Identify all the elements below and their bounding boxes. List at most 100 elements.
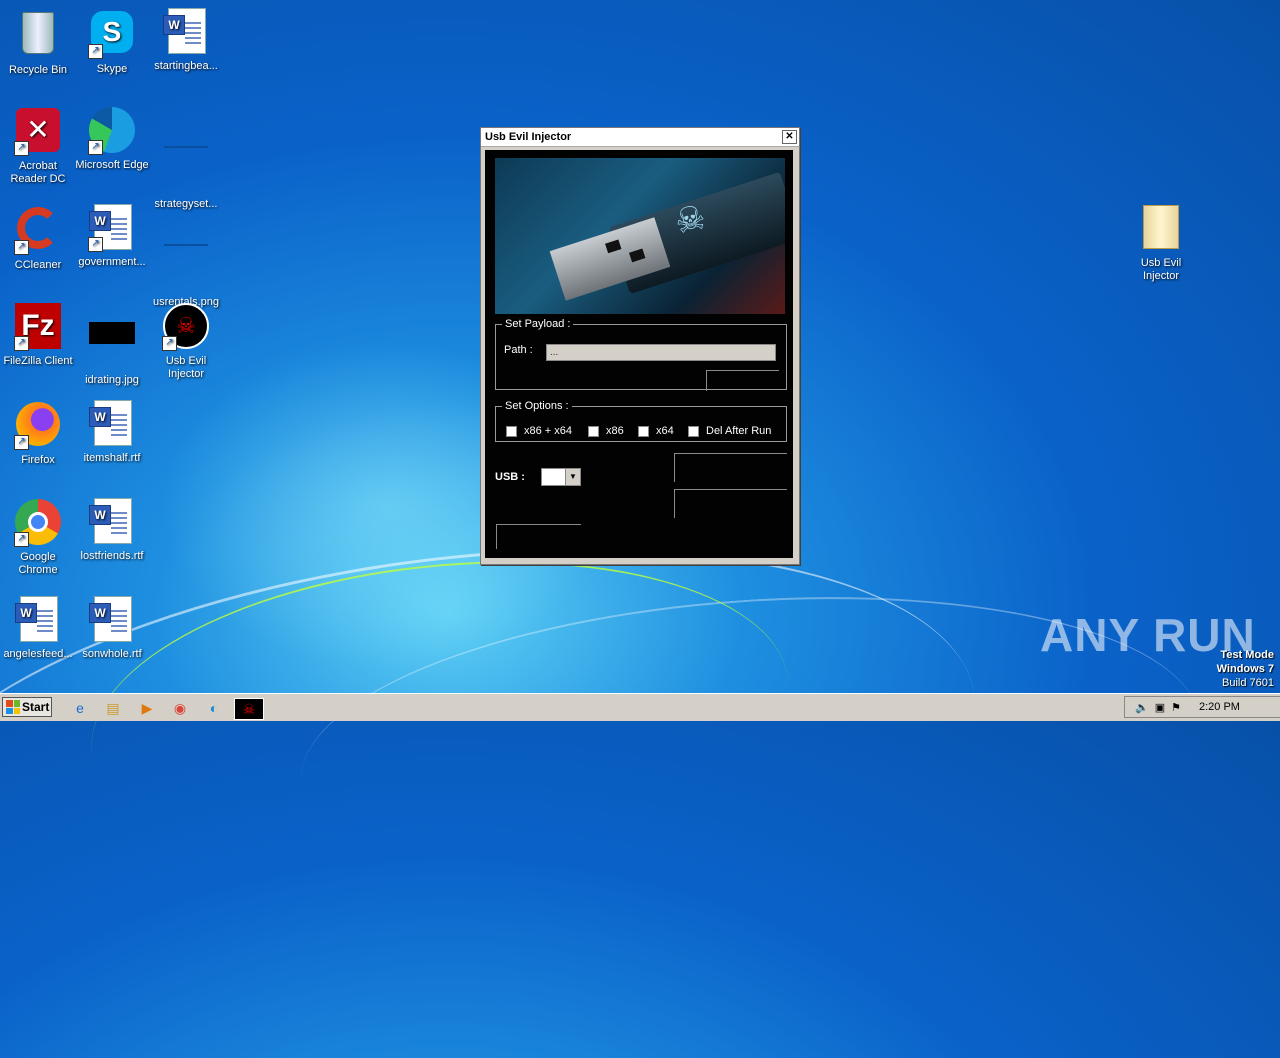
test-mode-text: Test Mode Windows 7 Build 7601 (1217, 648, 1274, 690)
folder-icon (1137, 205, 1185, 253)
desktop-icon-government[interactable]: W ↗ government... (74, 204, 150, 269)
path-input[interactable]: ... (546, 344, 776, 361)
icon-label: Microsoft Edge (75, 159, 149, 171)
test-mode-line: Test Mode (1220, 649, 1274, 661)
desktop-icon-angelesfeed[interactable]: W angelesfeed... (0, 596, 76, 661)
option-x64-checkbox[interactable] (638, 426, 649, 437)
options-group-label: Set Options : (505, 400, 569, 412)
desktop-icon-edge[interactable]: ↗ Microsoft Edge (74, 106, 150, 172)
image-thumbnail-icon (162, 244, 210, 292)
icon-label: FileZilla Client (3, 355, 73, 367)
icon-label: Google Chrome (18, 551, 58, 576)
flag-icon[interactable]: ⚑ (1171, 701, 1181, 714)
icon-label: sonwhole.rtf (82, 648, 142, 660)
option-x86-x64-checkbox[interactable] (506, 426, 517, 437)
image-thumbnail-icon (162, 146, 210, 194)
ccleaner-icon: ↗ (14, 207, 62, 255)
option-label: Del After Run (706, 425, 772, 437)
start-button[interactable]: Start (2, 697, 52, 717)
start-label: Start (22, 700, 50, 714)
desktop-icon-usrentals[interactable]: usrentals.png (148, 204, 224, 309)
icon-label: idrating.jpg (85, 374, 139, 386)
desktop-icon-startingbea[interactable]: W startingbea... (148, 8, 224, 73)
image-thumbnail-icon (88, 322, 136, 370)
payload-group-label: Set Payload : (505, 318, 571, 330)
icon-label: CCleaner (14, 259, 62, 271)
path-label: Path : (504, 344, 533, 356)
edge-icon[interactable]: ◐ (204, 698, 224, 718)
recycle-bin-icon (14, 12, 62, 60)
payload-group: Set Payload : Path : ... (495, 318, 787, 391)
test-mode-line: Build 7601 (1222, 677, 1274, 689)
icon-label: government... (78, 256, 146, 268)
word-doc-icon: W ↗ (88, 204, 136, 252)
desktop-icon-acrobat[interactable]: ✕ ↗ Acrobat Reader DC (0, 106, 76, 186)
option-label: x86 (606, 425, 624, 437)
usb-label: USB : (495, 471, 525, 483)
desktop-icon-strategyset[interactable]: strategyset... (148, 106, 224, 211)
word-doc-icon: W (88, 596, 136, 644)
media-player-icon[interactable]: ▶ (137, 698, 157, 718)
firefox-icon: ↗ (14, 402, 62, 450)
option-label: x86 + x64 (524, 425, 573, 437)
option-x86-checkbox[interactable] (588, 426, 599, 437)
icon-label: lostfriends.rtf (80, 550, 144, 562)
action-button-2[interactable] (674, 489, 787, 518)
desktop-icon-sonwhole[interactable]: W sonwhole.rtf (74, 596, 150, 661)
explorer-icon[interactable]: ▤ (103, 698, 123, 718)
desktop-icon-lostfriends[interactable]: W lostfriends.rtf (74, 498, 150, 563)
icon-label: Recycle Bin (8, 64, 68, 76)
windows-logo-icon (6, 700, 20, 714)
desktop-icon-usb-evil-injector[interactable]: ☠ ↗ Usb Evil Injector (148, 302, 224, 381)
chevron-down-icon[interactable]: ▼ (565, 469, 580, 485)
desktop-icon-ccleaner[interactable]: ↗ CCleaner (0, 204, 76, 272)
desktop-icon-firefox[interactable]: ↗ Firefox (0, 400, 76, 467)
usb-banner-image: ☠ (495, 158, 785, 314)
option-del-after-run-checkbox[interactable] (688, 426, 699, 437)
clock[interactable]: 2:20 PM (1199, 701, 1240, 713)
icon-label: Usb Evil Injector (165, 355, 207, 380)
test-mode-line: Windows 7 (1216, 663, 1274, 675)
window-titlebar[interactable]: Usb Evil Injector ✕ (481, 128, 799, 147)
usb-evil-injector-window: Usb Evil Injector ✕ ☠ Set Payload : Path… (480, 127, 800, 565)
word-doc-icon: W (88, 400, 136, 448)
word-doc-icon: W (14, 596, 62, 644)
icon-label: Skype (96, 63, 128, 75)
word-doc-icon: W (162, 8, 210, 56)
volume-icon[interactable]: 🔈 (1135, 701, 1149, 714)
desktop-icon-usb-evil-injector-folder[interactable]: Usb Evil Injector (1123, 202, 1199, 283)
desktop-icon-idrating[interactable]: idrating.jpg (74, 302, 150, 387)
usb-evil-injector-icon[interactable]: ☠ (234, 698, 264, 720)
action-button-1[interactable] (674, 453, 787, 482)
icon-label: itemshalf.rtf (83, 452, 141, 464)
word-doc-icon: W (88, 498, 136, 546)
chrome-icon: ↗ (14, 499, 62, 547)
network-icon[interactable]: ▣ (1155, 701, 1165, 714)
desktop-icon-itemshalf[interactable]: W itemshalf.rtf (74, 400, 150, 465)
skype-icon: S ↗ (88, 11, 136, 59)
icon-label: Firefox (21, 454, 55, 466)
options-group: Set Options : x86 + x64 x86 x64 Del Afte… (495, 400, 787, 442)
desktop-icon-recycle-bin[interactable]: Recycle Bin (0, 8, 76, 77)
filezilla-icon: Fz ↗ (14, 303, 62, 351)
icon-label: Acrobat Reader DC (10, 160, 66, 185)
acrobat-icon: ✕ ↗ (14, 108, 62, 156)
taskbar: Start e ▤ ▶ ◉ ◐ ☠ 🔈 ▣ ⚑ 2:20 PM (0, 693, 1280, 721)
desktop-icon-chrome[interactable]: ↗ Google Chrome (0, 498, 76, 577)
window-client: ☠ Set Payload : Path : ... Set Options :… (485, 150, 793, 558)
desktop-icon-skype[interactable]: S ↗ Skype (74, 8, 150, 76)
system-tray: 🔈 ▣ ⚑ 2:20 PM (1124, 696, 1280, 718)
ie-icon[interactable]: e (70, 698, 90, 718)
chrome-icon[interactable]: ◉ (170, 698, 190, 718)
browse-button[interactable] (706, 370, 779, 391)
icon-label: Usb Evil Injector (1140, 257, 1182, 282)
edge-icon: ↗ (88, 107, 136, 155)
icon-label: angelesfeed... (3, 648, 73, 660)
usb-select[interactable]: ▼ (541, 468, 581, 486)
option-label: x64 (656, 425, 674, 437)
close-button[interactable]: ✕ (782, 130, 797, 144)
desktop-icon-filezilla[interactable]: Fz ↗ FileZilla Client (0, 302, 76, 368)
action-button-3[interactable] (496, 524, 581, 549)
icon-label: startingbea... (154, 60, 218, 72)
window-title: Usb Evil Injector (485, 131, 572, 143)
